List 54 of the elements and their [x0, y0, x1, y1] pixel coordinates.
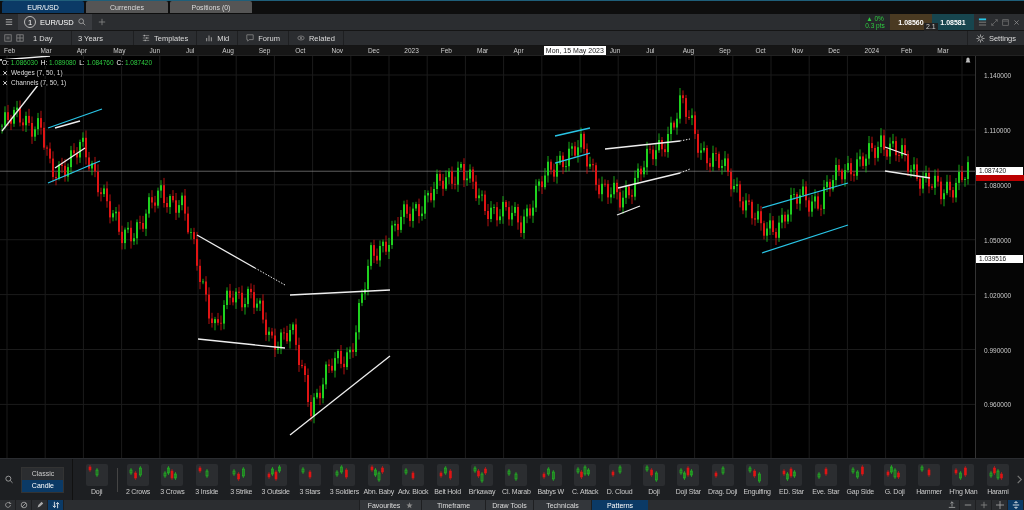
- plus-icon: [979, 501, 988, 509]
- search-icon[interactable]: [77, 18, 86, 26]
- bars-icon: [205, 34, 214, 42]
- candles-icon: [711, 464, 734, 486]
- up-down-arrows-icon: [51, 501, 60, 509]
- candles-icon: [883, 464, 906, 486]
- star-icon: [406, 501, 414, 509]
- speech-bubble-icon: [246, 34, 255, 42]
- candles-icon: [677, 464, 700, 486]
- candles-icon: [127, 464, 150, 486]
- plus-icon[interactable]: [97, 17, 106, 26]
- refresh-icon: [3, 501, 12, 509]
- candles-icon: [574, 464, 597, 486]
- menu-icon[interactable]: [5, 18, 13, 26]
- grid-icon[interactable]: [16, 34, 24, 42]
- candles-icon: [539, 464, 562, 486]
- candles-icon: [505, 464, 528, 486]
- crosshair-icon: [995, 501, 1004, 509]
- chevron-right-icon[interactable]: [1015, 475, 1024, 484]
- minus-icon: [963, 501, 972, 509]
- candles-icon: [470, 464, 493, 486]
- candles-icon: [814, 464, 837, 486]
- candles-icon: [952, 464, 975, 486]
- candles-icon: [986, 464, 1009, 486]
- eye-icon: [296, 34, 305, 42]
- settings-icon: [975, 33, 985, 43]
- zoom-tool-button[interactable]: [1008, 500, 1024, 510]
- tool-button[interactable]: [48, 500, 64, 510]
- fit-icon: [1011, 501, 1020, 509]
- bell-icon[interactable]: [964, 56, 972, 64]
- candles-icon: [230, 464, 253, 486]
- candles-icon: [299, 464, 321, 486]
- bid-price-marker: [976, 175, 1024, 182]
- candles-icon: [402, 464, 425, 486]
- candles-icon: [367, 464, 390, 486]
- search-icon[interactable]: [5, 475, 14, 484]
- candles-icon: [264, 464, 287, 486]
- expand-icon[interactable]: [991, 18, 998, 26]
- layout-icon[interactable]: [978, 17, 987, 27]
- candles-icon: [849, 464, 872, 486]
- candles-icon: [436, 464, 459, 486]
- candles-icon: [333, 464, 356, 486]
- candles-icon: [161, 464, 184, 486]
- no-entry-icon: [19, 501, 28, 509]
- candles-icon: [918, 464, 940, 486]
- candles-icon: [195, 464, 218, 486]
- candles-icon: [608, 464, 631, 486]
- candles-icon: [780, 464, 803, 486]
- candles-icon: [642, 464, 665, 486]
- candles-icon: [85, 464, 108, 486]
- window-icon[interactable]: [1002, 18, 1009, 26]
- sliders-icon: [142, 34, 150, 42]
- candles-icon: [746, 464, 769, 486]
- move-icon: [947, 501, 956, 509]
